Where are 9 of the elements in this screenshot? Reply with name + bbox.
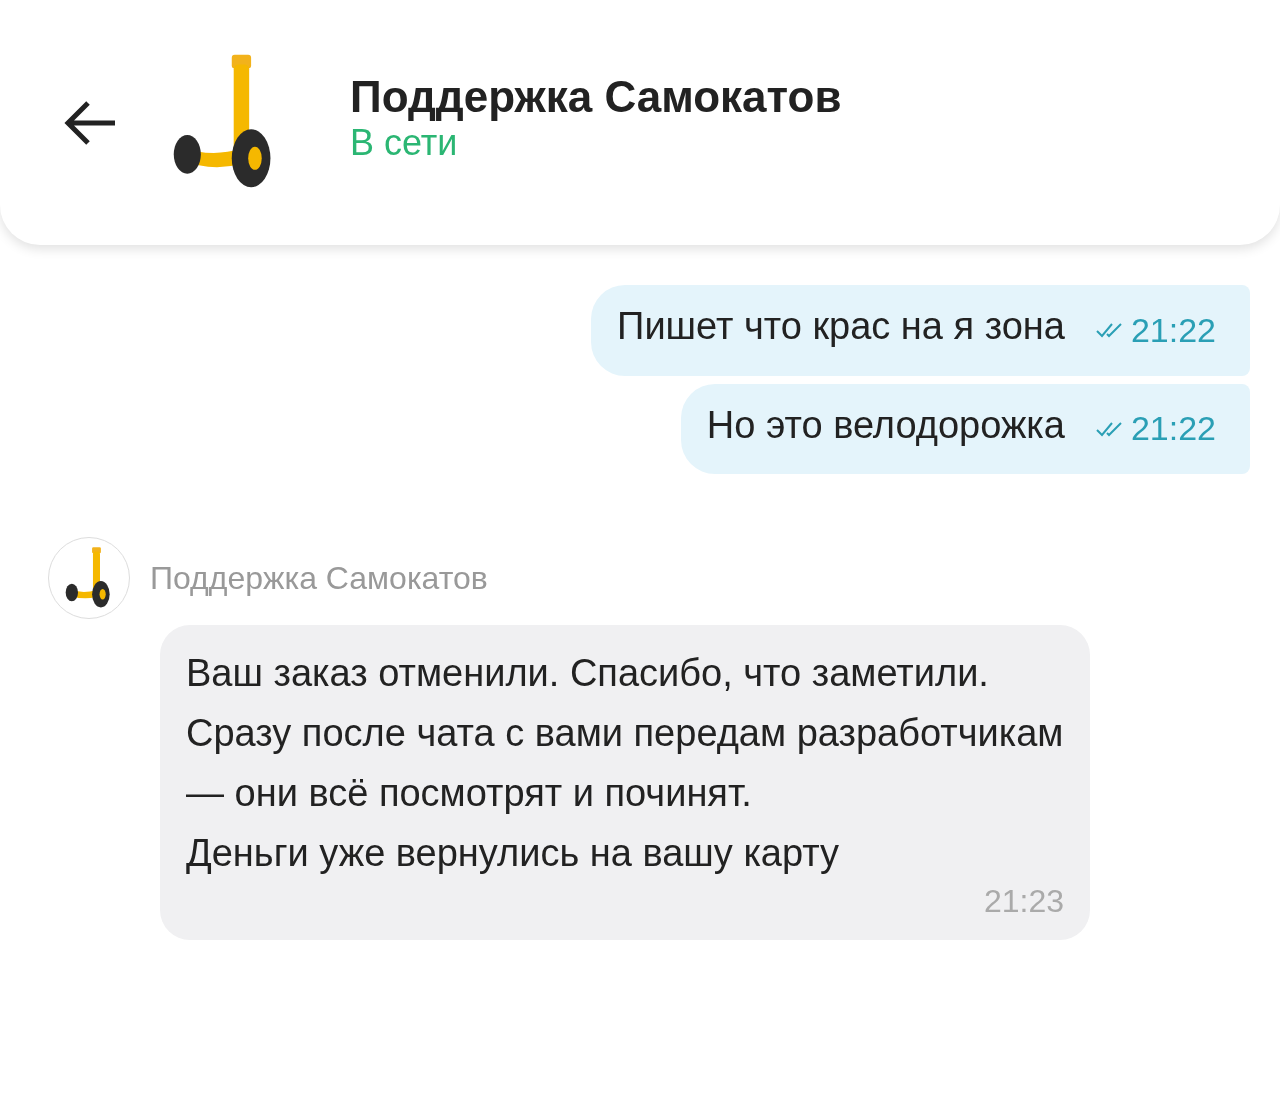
chat-title: Поддержка Самокатов bbox=[350, 71, 842, 122]
message-time: 21:22 bbox=[1130, 409, 1216, 448]
message-text: Но это велодорожка bbox=[706, 403, 1065, 447]
message-text: Ваш заказ отменили. Спасибо, что заметили. Сразу после чата с вами передам разработчикам — они всё посмотрят и починят. Деньги уже вернулись на вашу карту bbox=[186, 651, 1064, 876]
sender-name: Поддержка Самокатов bbox=[150, 559, 488, 597]
message-text: Пишет что крас на я зона bbox=[617, 305, 1065, 348]
message-time: 21:23 bbox=[983, 883, 1064, 920]
online-status: В сети bbox=[350, 121, 459, 164]
message-time: 21:22 bbox=[1130, 310, 1216, 350]
